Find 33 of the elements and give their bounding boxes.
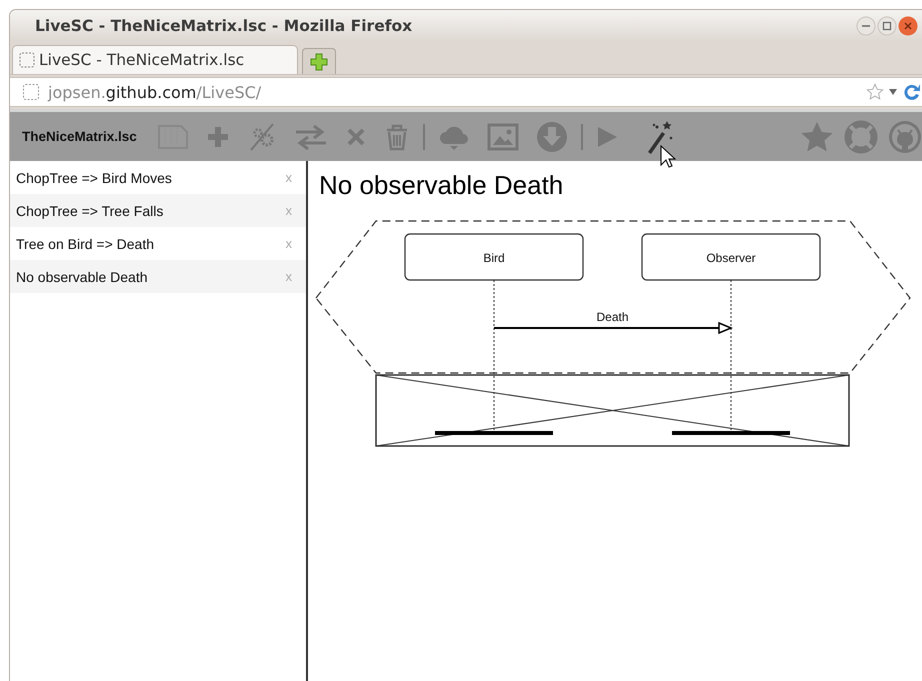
message-label: Death (596, 310, 629, 324)
instance-box[interactable] (641, 233, 821, 281)
minimize-icon[interactable] (856, 16, 876, 36)
lifebuoy-icon[interactable] (844, 120, 878, 154)
plus-icon (309, 52, 329, 72)
new-tab-button[interactable] (302, 48, 336, 74)
window-title: LiveSC - TheNiceMatrix.lsc - Mozilla Firefox (35, 16, 412, 34)
swap-icon[interactable] (294, 122, 328, 150)
sidebar-item[interactable]: No observable Death x (10, 260, 306, 293)
play-icon[interactable] (596, 124, 618, 148)
star-icon[interactable] (866, 83, 884, 101)
sidebar-item[interactable]: ChopTree => Bird Moves x (10, 161, 306, 194)
cat-icon[interactable] (888, 120, 922, 154)
instance-label: Observer (706, 251, 756, 265)
sidebar-item[interactable]: ChopTree => Tree Falls x (10, 194, 306, 227)
file-name: TheNiceMatrix.lsc (22, 129, 137, 144)
maximize-icon[interactable] (877, 16, 897, 36)
reload-icon[interactable] (902, 82, 922, 102)
address-field[interactable]: jopsen.github.com/LiveSC/ (10, 77, 922, 107)
delete-icon[interactable] (344, 126, 367, 148)
add-icon[interactable] (206, 124, 230, 148)
instance-box[interactable] (404, 233, 584, 281)
download-icon[interactable] (536, 120, 568, 152)
instance-label: Bird (483, 251, 505, 265)
dropdown-icon[interactable] (888, 88, 898, 96)
close-icon[interactable] (898, 16, 918, 36)
star-icon[interactable] (800, 120, 834, 152)
page-icon (22, 83, 40, 101)
sidebar-item[interactable]: Tree on Bird => Death x (10, 227, 306, 260)
image-icon[interactable] (486, 122, 519, 150)
page-icon (19, 52, 35, 68)
browser-tab[interactable]: LiveSC - TheNiceMatrix.lsc (12, 45, 298, 74)
chart-title: No observable Death (319, 169, 564, 201)
